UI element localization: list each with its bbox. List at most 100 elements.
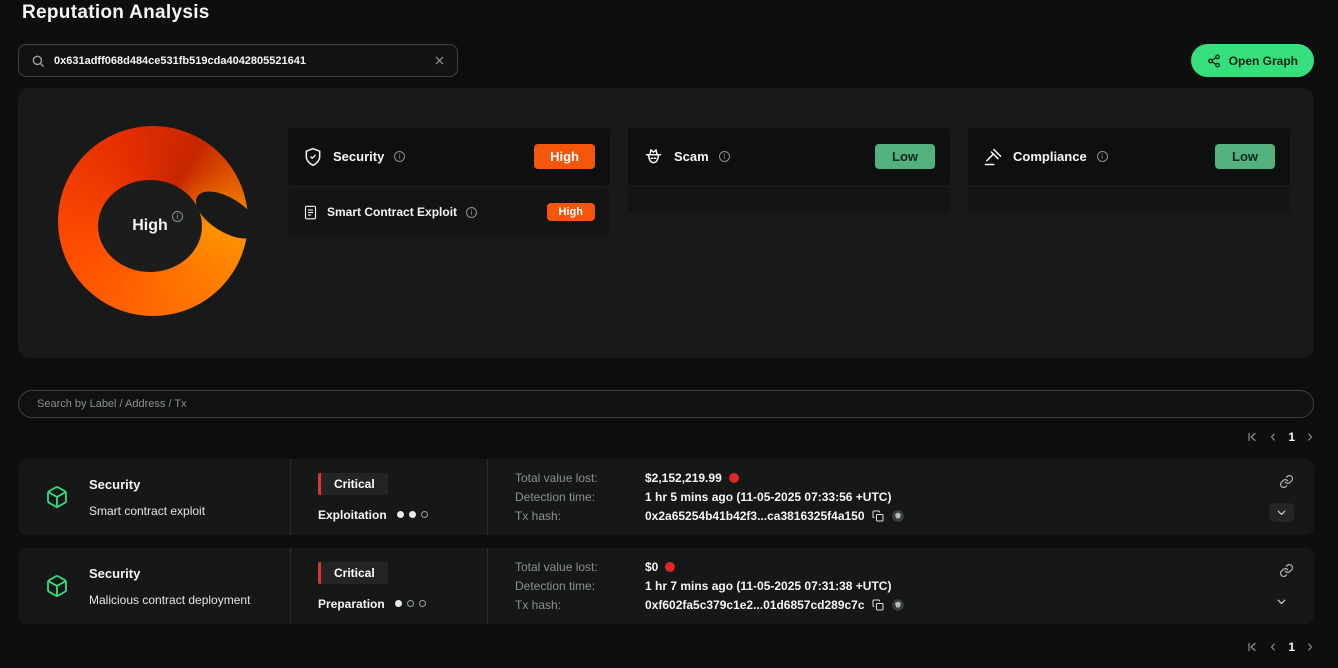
alert-title: Malicious contract deployment xyxy=(89,593,250,607)
address-search-input[interactable] xyxy=(54,55,425,67)
scam-icon xyxy=(643,146,664,167)
compliance-level-badge: Low xyxy=(1215,144,1275,169)
stage-name: Preparation xyxy=(318,597,385,611)
compliance-row[interactable]: Compliance Low xyxy=(968,128,1290,185)
gavel-icon xyxy=(983,147,1003,167)
cube-icon xyxy=(45,485,69,509)
close-icon xyxy=(434,55,445,66)
contract-icon xyxy=(303,205,318,220)
first-page-icon xyxy=(1246,431,1258,443)
info-icon[interactable] xyxy=(719,151,730,162)
link-button[interactable] xyxy=(1279,563,1294,578)
page-title: Reputation Analysis xyxy=(22,2,210,24)
filter-search[interactable] xyxy=(18,390,1314,418)
detection-time-label: Detection time: xyxy=(515,579,645,593)
tx-hash: 0x2a65254b41b42f3...ca3816325f4a150 xyxy=(645,509,865,523)
clear-search-button[interactable] xyxy=(434,55,445,66)
address-search[interactable] xyxy=(18,44,458,77)
explorer-icon xyxy=(891,598,905,612)
chevron-down-icon xyxy=(1275,595,1288,608)
scam-level-badge: Low xyxy=(875,144,935,169)
tx-hash-label: Tx hash: xyxy=(515,509,645,523)
security-level-badge: High xyxy=(534,144,595,169)
total-value-lost: $2,152,219.99 xyxy=(645,471,722,485)
smart-contract-exploit-row[interactable]: Smart Contract Exploit High xyxy=(288,188,610,236)
total-value-lost-label: Total value lost: xyxy=(515,560,645,574)
filter-search-input[interactable] xyxy=(37,398,1295,410)
detection-time: 1 hr 5 mins ago (11-05-2025 07:33:56 +UT… xyxy=(645,490,891,504)
search-icon xyxy=(31,54,45,68)
explorer-icon xyxy=(891,509,905,523)
detection-time-label: Detection time: xyxy=(515,490,645,504)
prev-page-button[interactable] xyxy=(1267,431,1279,443)
alert-severity-section: Critical Preparation xyxy=(291,548,487,624)
info-icon[interactable] xyxy=(1097,151,1108,162)
loss-indicator-icon xyxy=(665,562,675,572)
detection-time: 1 hr 7 mins ago (11-05-2025 07:31:38 +UT… xyxy=(645,579,891,593)
overall-risk-label: High xyxy=(132,217,168,235)
total-value-lost-label: Total value lost: xyxy=(515,471,645,485)
severity-badge: Critical xyxy=(318,473,388,495)
alert-details: Total value lost: $2,152,219.99 Detectio… xyxy=(488,459,1252,535)
pagination-top: 1 xyxy=(1246,430,1316,444)
current-page: 1 xyxy=(1288,640,1295,654)
first-page-button[interactable] xyxy=(1246,641,1258,653)
alert-actions xyxy=(1252,548,1314,624)
link-icon xyxy=(1279,563,1294,578)
category-name: Scam xyxy=(674,149,709,164)
current-page: 1 xyxy=(1288,430,1295,444)
link-button[interactable] xyxy=(1279,474,1294,489)
info-icon[interactable] xyxy=(466,207,477,218)
stage-progress-dots xyxy=(395,600,426,607)
security-category: Security High Smart Contract Exploit Hig… xyxy=(288,128,610,236)
alert-category: Security xyxy=(89,566,250,581)
cube-icon xyxy=(45,574,69,598)
reputation-summary-card: High Security High Smart Contract Exploi… xyxy=(18,88,1314,358)
chevron-left-icon xyxy=(1267,641,1279,653)
chevron-left-icon xyxy=(1267,431,1279,443)
scam-empty-strip xyxy=(628,187,950,213)
copy-button[interactable] xyxy=(872,599,884,611)
category-name: Compliance xyxy=(1013,149,1087,164)
expand-button[interactable] xyxy=(1269,592,1294,611)
pagination-bottom: 1 xyxy=(1246,640,1316,654)
first-page-button[interactable] xyxy=(1246,431,1258,443)
total-value-lost: $0 xyxy=(645,560,658,574)
alert-severity-section: Critical Exploitation xyxy=(291,459,487,535)
chevron-right-icon xyxy=(1304,431,1316,443)
next-page-button[interactable] xyxy=(1304,641,1316,653)
security-row[interactable]: Security High xyxy=(288,128,610,185)
severity-badge: Critical xyxy=(318,562,388,584)
open-graph-button[interactable]: Open Graph xyxy=(1191,44,1314,77)
risk-gauge: High xyxy=(58,126,248,316)
alert-actions xyxy=(1252,459,1314,535)
explorer-button[interactable] xyxy=(891,509,905,523)
expand-button[interactable] xyxy=(1269,503,1294,522)
open-graph-label: Open Graph xyxy=(1229,54,1298,68)
info-icon[interactable] xyxy=(172,211,183,222)
copy-button[interactable] xyxy=(872,510,884,522)
tx-hash-label: Tx hash: xyxy=(515,598,645,612)
subcategory-name: Smart Contract Exploit xyxy=(327,205,457,219)
scam-category: Scam Low xyxy=(628,128,950,213)
alert-category: Security xyxy=(89,477,205,492)
chevron-right-icon xyxy=(1304,641,1316,653)
chevron-down-icon xyxy=(1275,506,1288,519)
alert-title: Smart contract exploit xyxy=(89,504,205,518)
gauge-center: High xyxy=(98,180,202,272)
prev-page-button[interactable] xyxy=(1267,641,1279,653)
stage-progress-dots xyxy=(397,511,428,518)
info-icon[interactable] xyxy=(394,151,405,162)
alert-identity: Security Smart contract exploit xyxy=(18,459,290,535)
shield-icon xyxy=(303,147,323,167)
explorer-button[interactable] xyxy=(891,598,905,612)
tx-hash: 0xf602fa5c379c1e2...01d6857cd289c7c xyxy=(645,598,865,612)
compliance-empty-strip xyxy=(968,187,1290,213)
stage-name: Exploitation xyxy=(318,508,387,522)
copy-icon xyxy=(872,510,884,522)
alert-details: Total value lost: $0 Detection time: 1 h… xyxy=(488,548,1252,624)
compliance-category: Compliance Low xyxy=(968,128,1290,213)
scam-row[interactable]: Scam Low xyxy=(628,128,950,185)
graph-icon xyxy=(1207,54,1221,68)
next-page-button[interactable] xyxy=(1304,431,1316,443)
